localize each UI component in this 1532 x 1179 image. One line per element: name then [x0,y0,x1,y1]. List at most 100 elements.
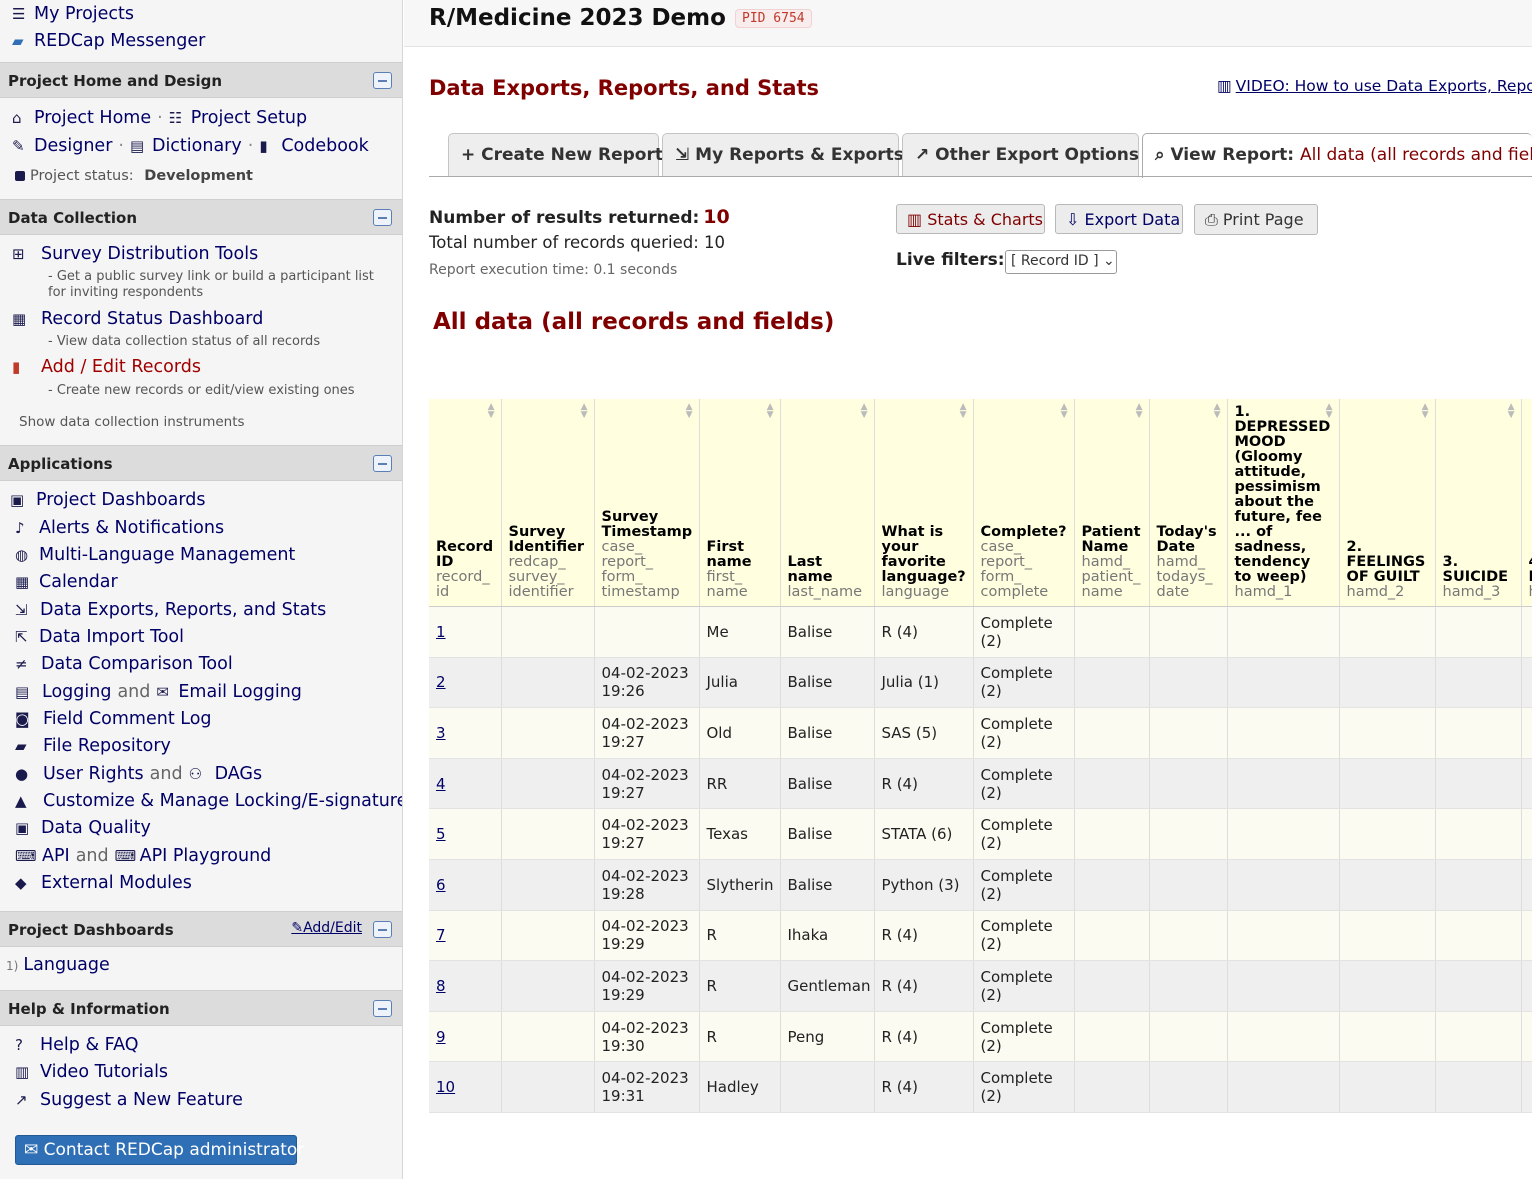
calendar-link[interactable]: ▦ Calendar [15,572,118,592]
sort-icon[interactable]: ▲ ▼ [1508,403,1515,420]
dictionary-link[interactable]: ▤ Dictionary [130,136,242,156]
record-id-link[interactable]: 8 [436,977,446,995]
sort-icon[interactable]: ▲ ▼ [686,403,693,420]
api-link[interactable]: ⌨ API [15,846,70,866]
column-header[interactable]: ▲ ▼ Last name last_name [780,399,875,607]
tab-create-new-report[interactable]: + Create New Report [448,133,663,176]
globe-icon: ◍ [15,546,29,564]
tab-my-reports[interactable]: ⇲ My Reports & Exports [662,133,904,176]
help-faq-link[interactable]: ? Help & FAQ [15,1035,139,1055]
table-cell [1149,808,1228,860]
column-header[interactable]: ▲ ▼ Patient Name hamd_ patient_ name [1074,399,1150,607]
column-header[interactable]: ▲ ▼ Survey Timestamp case_ report_ form_ ti… [594,399,700,607]
tab-other-export-options[interactable]: ↗ Other Export Options [902,133,1139,176]
record-id-link[interactable]: 7 [436,926,446,944]
sort-icon[interactable]: ▲ ▼ [1422,403,1429,420]
add-edit-records-link[interactable]: ▮ Add / Edit Records [12,357,201,377]
dashboard-item-language[interactable]: 1) Language [6,955,110,975]
total-records-queried: Total number of records queried: 10 [429,233,726,252]
collapse-button[interactable] [373,455,392,472]
my-projects-link[interactable]: ☰ My Projects [12,4,134,24]
record-status-dashboard-link[interactable]: ▦ Record Status Dashboard [12,309,263,329]
tab-view-report[interactable]: ⌕ View Report: All data (all records and… [1142,133,1532,178]
record-id-link[interactable]: 10 [436,1078,455,1096]
sort-icon[interactable]: ▲ ▼ [1214,403,1221,420]
record-id-link[interactable]: 2 [436,673,446,691]
table-cell: Complete (2) [973,758,1075,810]
table-cell [1227,859,1340,911]
pid-badge: PID 6754 [735,9,812,28]
video-link[interactable]: ▥ VIDEO: How to use Data Exports, Repor [1217,77,1532,95]
redcap-messenger-link[interactable]: ▰ REDCap Messenger [12,31,205,51]
export-data-button[interactable]: ⇩ Export Data [1055,204,1183,234]
file-repository-link[interactable]: ▰ File Repository [15,736,171,756]
live-filter-select[interactable]: [ Record ID ] ⌄ [1005,250,1117,274]
table-cell: 6 [429,859,502,911]
external-modules-link[interactable]: ◆ External Modules [15,873,192,893]
column-header[interactable]: ▲ ▼ 1. DEPRESSED MOOD (Gloomy attitude, pe… [1227,399,1340,607]
collapse-button[interactable] [373,921,392,938]
data-exports-link[interactable]: ⇲ Data Exports, Reports, and Stats [15,600,326,620]
data-comparison-link[interactable]: ≠ Data Comparison Tool [15,654,233,674]
sort-icon[interactable]: ▲ ▼ [861,403,868,420]
sort-icon[interactable]: ▲ ▼ [488,403,495,420]
column-header[interactable]: ▲▼4. INSOMNIAhamd_4 [1521,399,1532,607]
column-header[interactable]: ▲ ▼ First name first_ name [699,399,781,607]
data-quality-link[interactable]: ▣ Data Quality [15,818,151,838]
share-icon: ↗ [915,145,930,165]
project-setup-link[interactable]: ☷ Project Setup [169,108,307,128]
print-page-button[interactable]: ⎙ Print Page [1194,204,1318,235]
api-row: ⌨ API and ⌨ API Playground [15,846,272,866]
table-cell [1074,1011,1150,1063]
column-header[interactable]: ▲ ▼ 2. FEELINGS OF GUILT hamd_2 [1339,399,1436,607]
stats-charts-button[interactable]: ▥ Stats & Charts [896,204,1045,234]
record-id-link[interactable]: 6 [436,876,446,894]
survey-distribution-link[interactable]: ⊞ Survey Distribution Tools [12,244,258,264]
column-header[interactable]: ▲ ▼ 3. SUICIDE hamd_3 [1435,399,1522,607]
project-home-link[interactable]: ⌂ Project Home [12,108,151,128]
column-header[interactable]: ▲ ▼ What is your favorite language? languag… [874,399,974,607]
user-rights-link[interactable]: ● User Rights [15,764,144,784]
sort-icon[interactable]: ▲ ▼ [1326,403,1333,420]
column-header[interactable]: ▲ ▼ Complete? case_ report_ form_ complete [973,399,1075,607]
collapse-button[interactable] [373,1000,392,1017]
table-cell: R (4) [874,1061,974,1113]
dags-link[interactable]: ⚇ DAGs [189,764,263,784]
column-header[interactable]: ▲ ▼ Survey Identifier redcap_ survey_ ident… [501,399,595,607]
api-playground-link[interactable]: ⌨ API Playground [115,846,272,866]
contact-admin-button[interactable]: ✉ Contact REDCap administrator [15,1135,304,1165]
record-id-link[interactable]: 9 [436,1028,446,1046]
codebook-link[interactable]: ▮ Codebook [259,136,368,156]
multi-language-link[interactable]: ◍ Multi-Language Management [15,545,295,565]
sort-icon[interactable]: ▲ ▼ [767,403,774,420]
users-icon: ⚇ [188,765,203,783]
locking-link[interactable]: ▲ Customize & Manage Locking/E-signatures [15,791,402,811]
sort-icon[interactable]: ▲ ▼ [1136,403,1143,420]
logging-link[interactable]: ▤ Logging [15,682,111,702]
calendar-icon: ▦ [15,573,30,591]
column-header[interactable]: ▲ ▼ Today's Date hamd_ todays_ date [1149,399,1228,607]
collapse-button[interactable] [373,72,392,89]
data-import-link[interactable]: ⇱ Data Import Tool [15,627,184,647]
record-id-link[interactable]: 1 [436,623,446,641]
sort-icon[interactable]: ▲ ▼ [1061,403,1068,420]
table-cell [1339,859,1436,911]
record-id-link[interactable]: 5 [436,825,446,843]
column-header[interactable]: ▲ ▼ Record ID record_ id [429,399,502,607]
video-tutorials-link[interactable]: ▥ Video Tutorials [15,1062,168,1082]
designer-link[interactable]: ✎ Designer [12,136,112,156]
collapse-button[interactable] [373,209,392,226]
add-edit-dashboards-link[interactable]: ✎Add/Edit [291,920,362,936]
show-instruments-link[interactable]: Show data collection instruments [19,414,245,430]
column-variable: redcap_ survey_ identifier [508,554,574,600]
table-row: 2 04-02-2023 19:26 Julia Balise Julia (1) Com… [429,657,1532,709]
alerts-link[interactable]: ♪ Alerts & Notifications [15,518,224,538]
field-comment-link[interactable]: ◙ Field Comment Log [15,709,212,729]
email-logging-link[interactable]: ✉ Email Logging [156,682,302,702]
sort-icon[interactable]: ▲ ▼ [581,403,588,420]
record-id-link[interactable]: 4 [436,775,446,793]
record-id-link[interactable]: 3 [436,724,446,742]
project-dashboards-link[interactable]: ▣ Project Dashboards [10,490,206,510]
sort-icon[interactable]: ▲ ▼ [960,403,967,420]
suggest-feature-link[interactable]: ↗ Suggest a New Feature [15,1090,243,1110]
